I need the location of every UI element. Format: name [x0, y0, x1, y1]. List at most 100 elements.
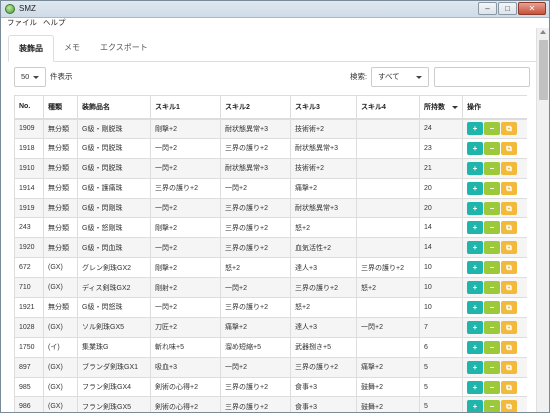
copy-icon[interactable]: ⧉ — [501, 161, 517, 175]
add-icon[interactable]: + — [467, 340, 483, 354]
cell-skill3: 技術術+2 — [290, 118, 357, 139]
cell-skill2: 三界の護り+2 — [220, 376, 291, 398]
add-icon[interactable]: + — [467, 141, 483, 155]
add-icon[interactable]: + — [467, 300, 483, 314]
col-count[interactable]: 所持数 — [419, 95, 463, 120]
title-bar: SMZ – □ ✕ — [1, 1, 549, 18]
add-icon[interactable]: + — [467, 161, 483, 175]
minus-icon[interactable]: − — [484, 320, 500, 334]
table-row[interactable]: 1914 無分類 G級・護痛珠 三界の護り+2 一閃+2 痛撃+2 20 + − ⧉ — [14, 177, 527, 199]
col-skill4[interactable]: スキル4 — [356, 95, 420, 120]
copy-icon[interactable]: ⧉ — [501, 281, 517, 295]
minus-icon[interactable]: − — [484, 241, 500, 255]
copy-icon[interactable]: ⧉ — [501, 122, 517, 136]
minus-icon[interactable]: − — [484, 221, 500, 235]
minimize-button[interactable]: – — [478, 2, 497, 15]
cell-type: (GX) — [43, 376, 78, 398]
add-icon[interactable]: + — [467, 241, 483, 255]
copy-icon[interactable]: ⧉ — [501, 320, 517, 334]
maximize-button[interactable]: □ — [498, 2, 517, 15]
vertical-scrollbar[interactable] — [536, 28, 549, 412]
col-name[interactable]: 装飾品名 — [77, 95, 151, 120]
cell-skill4 — [356, 118, 420, 139]
copy-icon[interactable]: ⧉ — [501, 300, 517, 314]
cell-no: 1909 — [14, 118, 44, 139]
add-icon[interactable]: + — [467, 360, 483, 374]
search-input[interactable] — [434, 67, 530, 87]
tab-memo[interactable]: メモ — [54, 35, 90, 62]
table-row[interactable]: 1919 無分類 G級・閃剛珠 一閃+2 三界の護り+2 耐状態異常+3 20 + − ⧉ — [14, 197, 527, 219]
scrollbar-thumb[interactable] — [539, 40, 548, 100]
col-skill2[interactable]: スキル2 — [220, 95, 291, 120]
table-row[interactable]: 986 (GX) フラン剣珠GX5 剣術の心得+2 三界の護り+2 食事+3 鼓舞+2 5 + −… — [14, 396, 527, 412]
copy-icon[interactable]: ⧉ — [501, 141, 517, 155]
add-icon[interactable]: + — [467, 261, 483, 275]
page-size-select[interactable]: 50 — [14, 67, 46, 87]
minus-icon[interactable]: − — [484, 261, 500, 275]
minus-icon[interactable]: − — [484, 300, 500, 314]
copy-icon[interactable]: ⧉ — [501, 400, 517, 412]
cell-skill1: 一閃+2 — [150, 137, 221, 159]
minus-icon[interactable]: − — [484, 181, 500, 195]
table-row[interactable]: 1920 無分類 G級・閃血珠 一閃+2 三界の護り+2 血気活性+2 14 + − ⧉ — [14, 237, 527, 259]
copy-icon[interactable]: ⧉ — [501, 340, 517, 354]
filter-select[interactable]: すべて — [371, 67, 429, 87]
minus-icon[interactable]: − — [484, 380, 500, 394]
table-row[interactable]: 243 無分類 G級・怒剛珠 剛撃+2 三界の護り+2 怒+2 14 + − ⧉ — [14, 217, 527, 239]
close-button[interactable]: ✕ — [518, 2, 546, 15]
add-icon[interactable]: + — [467, 281, 483, 295]
copy-icon[interactable]: ⧉ — [501, 380, 517, 394]
cell-skill3: 達人+3 — [290, 316, 357, 338]
minus-icon[interactable]: − — [484, 122, 500, 136]
cell-name: G級・閃剛珠 — [77, 197, 151, 219]
add-icon[interactable]: + — [467, 181, 483, 195]
minus-icon[interactable]: − — [484, 281, 500, 295]
table-row[interactable]: 1921 無分類 G級・閃怒珠 一閃+2 三界の護り+2 怒+2 10 + − ⧉ — [14, 297, 527, 318]
copy-icon[interactable]: ⧉ — [501, 261, 517, 275]
minus-icon[interactable]: − — [484, 400, 500, 412]
cell-name: ブランダ剣珠GX1 — [77, 356, 151, 378]
add-icon[interactable]: + — [467, 380, 483, 394]
table-row[interactable]: 985 (GX) フラン剣珠GX4 剣術の心得+2 三界の護り+2 食事+3 鼓舞+2 5 + −… — [14, 376, 527, 398]
col-no[interactable]: No. — [14, 95, 44, 120]
scroll-up-icon[interactable] — [540, 30, 546, 34]
col-skill3[interactable]: スキル3 — [290, 95, 357, 120]
minus-icon[interactable]: − — [484, 340, 500, 354]
cell-no: 985 — [14, 376, 44, 398]
table-row[interactable]: 1918 無分類 G級・閃脱珠 一閃+2 三界の護り+2 耐状態異常+3 23 + − ⧉ — [14, 137, 527, 159]
minus-icon[interactable]: − — [484, 161, 500, 175]
table-row[interactable]: 710 (GX) ディス剣珠GX2 剛射+2 一閃+2 三界の護り+2 怒+2 10 + − ⧉ — [14, 277, 527, 299]
table-row[interactable]: 1028 (GX) ソル剣珠GX5 刀匠+2 痛撃+2 達人+3 一閃+2 7 + − ⧉ — [14, 316, 527, 338]
add-icon[interactable]: + — [467, 201, 483, 215]
tab-decorations[interactable]: 装飾品 — [8, 35, 54, 62]
cell-skill3: 耐状態異常+3 — [290, 197, 357, 219]
cell-actions: + − ⧉ — [462, 137, 527, 159]
menu-help[interactable]: ヘルプ — [43, 18, 66, 28]
cell-type: 無分類 — [43, 177, 78, 199]
minus-icon[interactable]: − — [484, 141, 500, 155]
app-icon — [5, 4, 15, 14]
minus-icon[interactable]: − — [484, 201, 500, 215]
cell-skill4 — [356, 137, 420, 159]
col-skill1[interactable]: スキル1 — [150, 95, 221, 120]
copy-icon[interactable]: ⧉ — [501, 241, 517, 255]
add-icon[interactable]: + — [467, 221, 483, 235]
table-row[interactable]: 1909 無分類 G級・剛脱珠 剛撃+2 耐状態異常+3 技術術+2 24 + − ⧉ — [14, 118, 527, 139]
copy-icon[interactable]: ⧉ — [501, 360, 517, 374]
table-row[interactable]: 1750 (イ) 集業珠G 斬れ味+5 溜め短縮+5 武器捌き+5 6 + − ⧉ — [14, 336, 527, 358]
table-row[interactable]: 1910 無分類 G級・閃脱珠 一閃+2 耐状態異常+3 技術術+2 21 + − ⧉ — [14, 157, 527, 179]
col-type[interactable]: 種類 — [43, 95, 78, 120]
table-row[interactable]: 897 (GX) ブランダ剣珠GX1 吸血+3 一閃+2 三界の護り+2 痛撃+2 5 + − ⧉ — [14, 356, 527, 378]
add-icon[interactable]: + — [467, 122, 483, 136]
copy-icon[interactable]: ⧉ — [501, 221, 517, 235]
cell-skill2: 耐状態異常+3 — [220, 157, 291, 179]
add-icon[interactable]: + — [467, 320, 483, 334]
copy-icon[interactable]: ⧉ — [501, 201, 517, 215]
minus-icon[interactable]: − — [484, 360, 500, 374]
copy-icon[interactable]: ⧉ — [501, 181, 517, 195]
tab-export[interactable]: エクスポート — [90, 35, 158, 62]
cell-skill3: 痛撃+2 — [290, 177, 357, 199]
menu-file[interactable]: ファイル — [7, 18, 37, 28]
add-icon[interactable]: + — [467, 400, 483, 412]
table-row[interactable]: 672 (GX) グレン剣珠GX2 剛撃+2 怒+2 達人+3 三界の護り+2 10 + − ⧉ — [14, 257, 527, 279]
